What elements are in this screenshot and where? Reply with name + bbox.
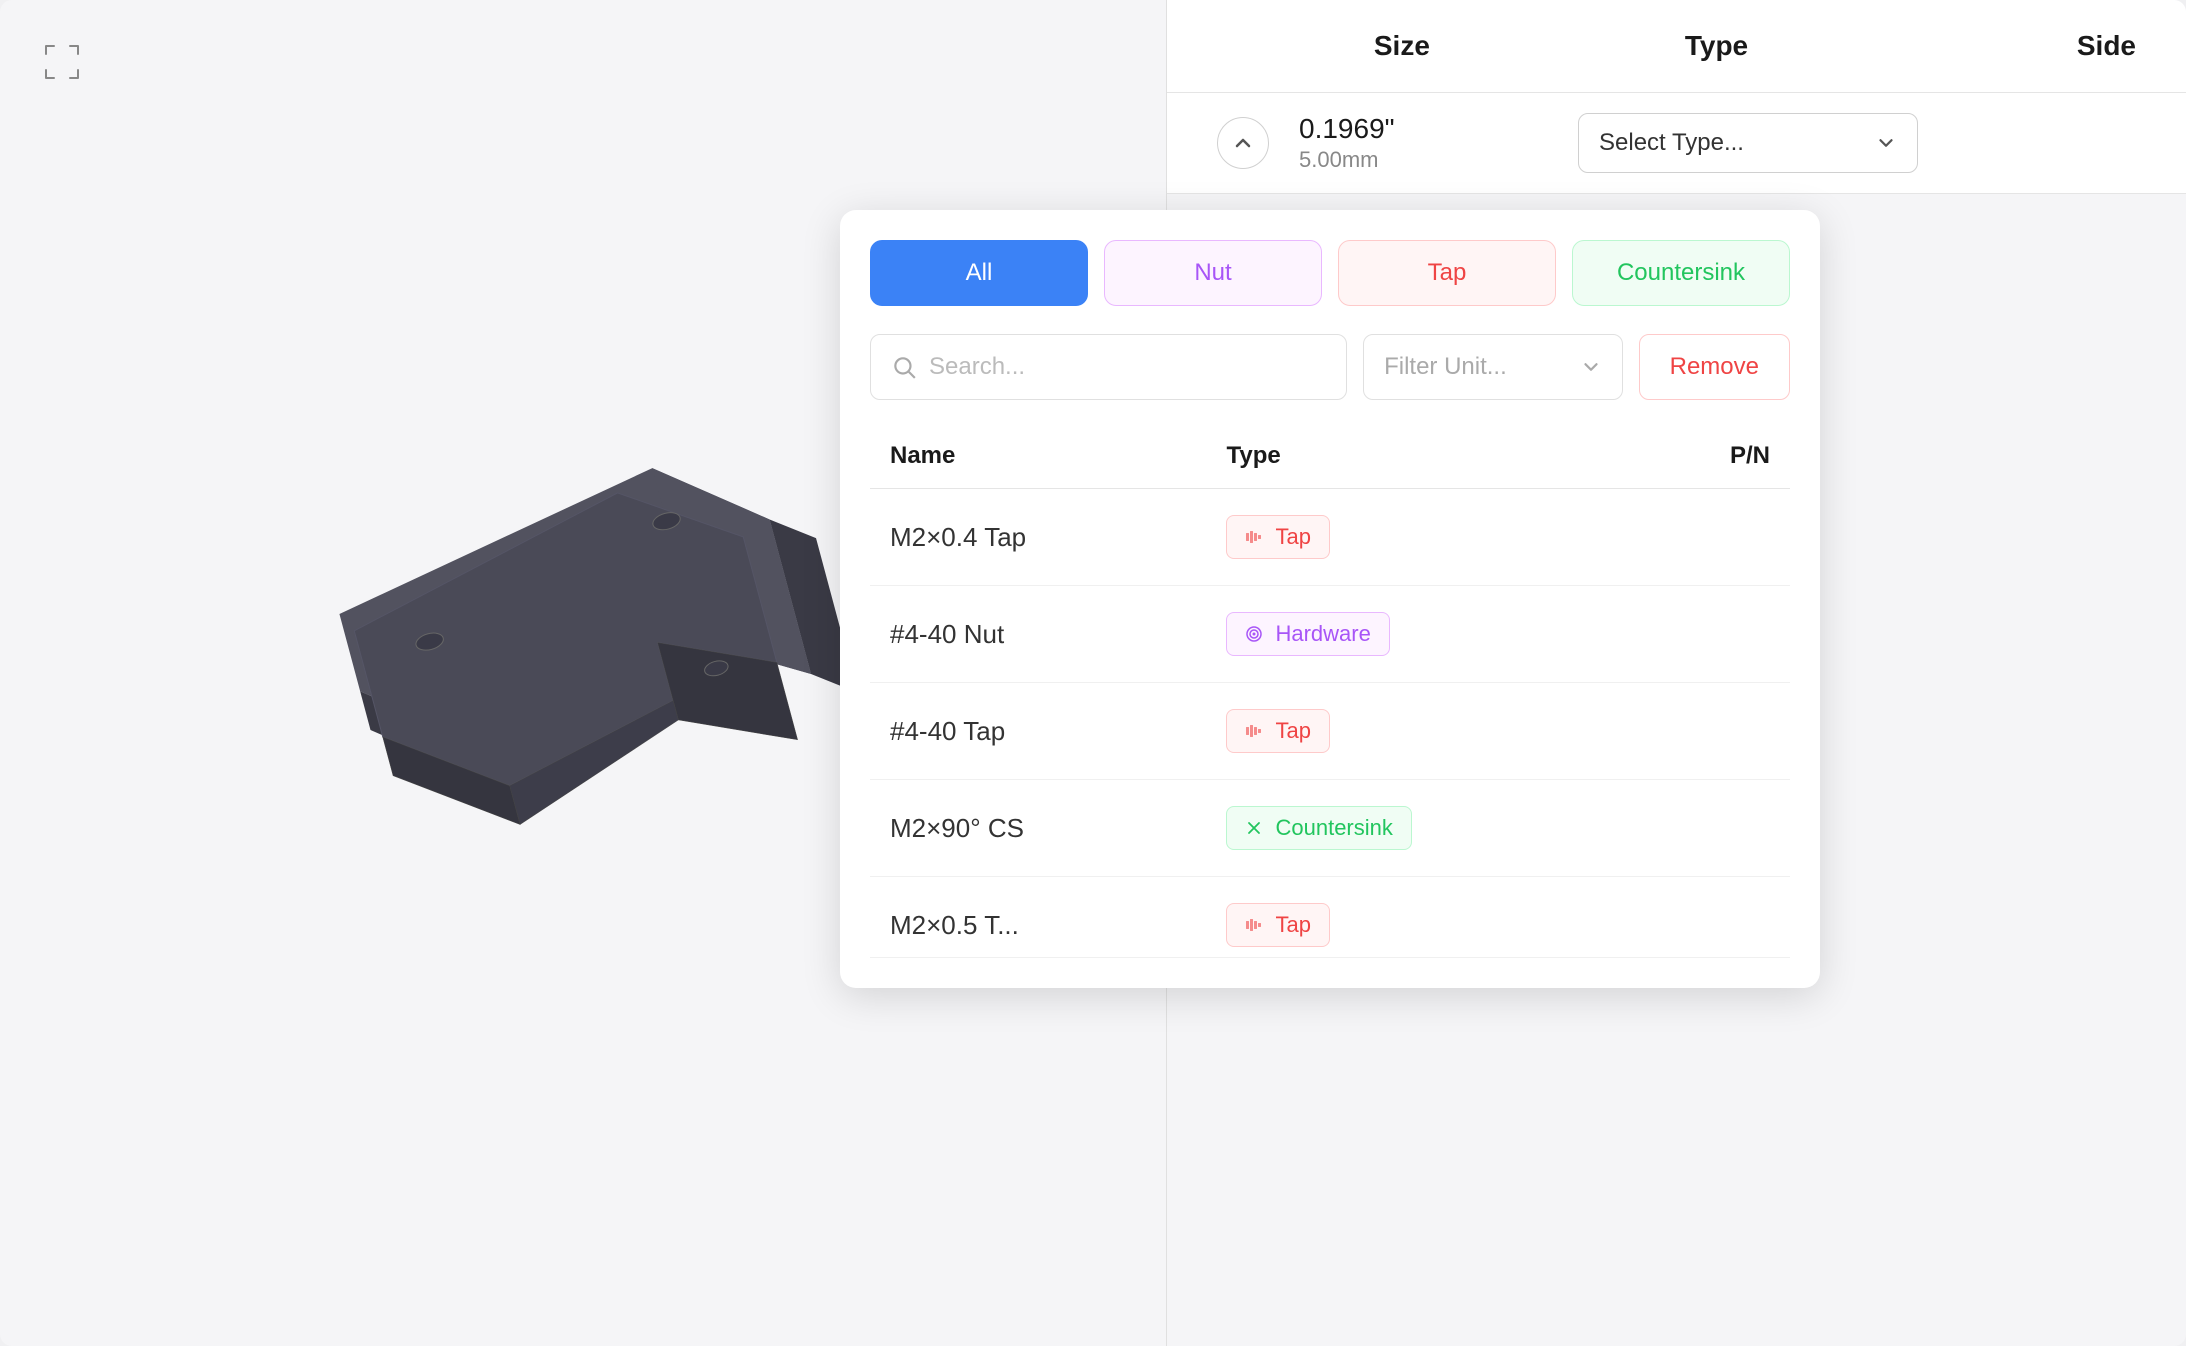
row-type: Countersink (1206, 780, 1637, 877)
row-type: Tap (1206, 489, 1637, 586)
select-type-area: Select Type... (1578, 113, 2136, 173)
tab-all[interactable]: All (870, 240, 1088, 306)
header-side: Side (1926, 30, 2136, 62)
row-name: #4-40 Nut (870, 586, 1206, 683)
main-container: Size Type Side 0.1969" 5.00mm Select Typ… (0, 0, 2186, 1346)
table-row[interactable]: #4-40 Nut Hardware (870, 586, 1790, 683)
search-input[interactable] (929, 353, 1326, 381)
items-table: Name Type P/N M2×0.4 Tap Tap #4-40 Nut H… (870, 424, 1790, 958)
table-row[interactable]: #4-40 Tap Tap (870, 683, 1790, 780)
search-input-wrap (870, 334, 1347, 400)
chevron-down-icon (1580, 356, 1602, 378)
row-name: M2×0.4 Tap (870, 489, 1206, 586)
filter-unit-dropdown[interactable]: Filter Unit... (1363, 334, 1623, 400)
col-header-pn: P/N (1637, 424, 1790, 489)
filter-unit-label: Filter Unit... (1384, 353, 1507, 381)
chevron-up-button[interactable] (1217, 117, 1269, 169)
tab-tap[interactable]: Tap (1338, 240, 1556, 306)
table-row[interactable]: M2×0.4 Tap Tap (870, 489, 1790, 586)
select-type-dropdown[interactable]: Select Type... (1578, 113, 1918, 173)
row-type: Hardware (1206, 586, 1637, 683)
remove-button[interactable]: Remove (1639, 334, 1790, 400)
row-pn (1637, 489, 1790, 586)
type-selector-dropdown: All Nut Tap Countersink Filter Unit... R… (840, 210, 1820, 988)
select-type-label: Select Type... (1599, 129, 1744, 157)
size-metric: 5.00mm (1299, 147, 1578, 173)
size-row: 0.1969" 5.00mm Select Type... (1167, 93, 2186, 194)
col-header-name: Name (870, 424, 1206, 489)
col-header-type: Type (1206, 424, 1637, 489)
row-pn (1637, 683, 1790, 780)
table-row[interactable]: M2×90° CS Countersink (870, 780, 1790, 877)
size-values: 0.1969" 5.00mm (1289, 113, 1578, 173)
expand-icon[interactable] (40, 40, 84, 84)
row-pn (1637, 780, 1790, 877)
column-headers: Size Type Side (1167, 0, 2186, 93)
row-pn (1637, 586, 1790, 683)
tab-countersink[interactable]: Countersink (1572, 240, 1790, 306)
table-header-row: Name Type P/N (870, 424, 1790, 489)
row-type: Tap (1206, 683, 1637, 780)
size-imperial: 0.1969" (1299, 113, 1578, 145)
filter-tabs: All Nut Tap Countersink (870, 240, 1790, 306)
header-size: Size (1297, 30, 1507, 62)
row-name: M2×90° CS (870, 780, 1206, 877)
row-name: #4-40 Tap (870, 683, 1206, 780)
row-pn (1637, 877, 1790, 958)
search-row: Filter Unit... Remove (870, 334, 1790, 400)
row-name: M2×0.5 T... (870, 877, 1206, 958)
row-type: Tap (1206, 877, 1637, 958)
tab-nut[interactable]: Nut (1104, 240, 1322, 306)
header-type: Type (1507, 30, 1927, 62)
search-icon (891, 354, 917, 380)
table-row[interactable]: M2×0.5 T... Tap (870, 877, 1790, 958)
